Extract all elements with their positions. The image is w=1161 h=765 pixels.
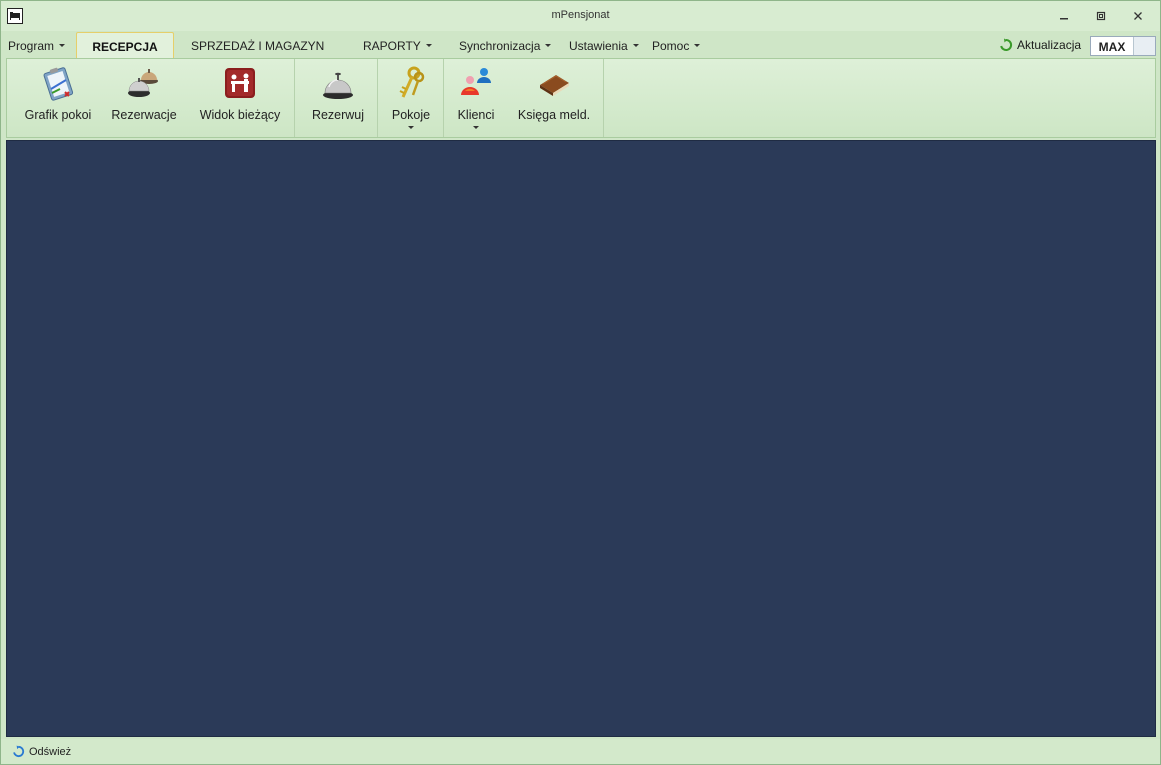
chevron-down-icon xyxy=(59,44,66,48)
aktualizacja-button[interactable]: Aktualizacja xyxy=(999,37,1081,53)
status-bar: Odśwież xyxy=(1,739,1160,764)
tab-label: RAPORTY xyxy=(363,39,421,53)
chevron-down-icon xyxy=(632,44,639,48)
chevron-down-icon xyxy=(545,44,552,48)
tab-recepcja[interactable]: RECEPCJA xyxy=(76,32,174,59)
tab-label: RECEPCJA xyxy=(92,40,158,54)
chevron-down-icon xyxy=(694,44,701,48)
button-label: Księga meld. xyxy=(517,108,591,122)
max-toggle[interactable]: MAX xyxy=(1090,36,1156,56)
aktualizacja-label: Aktualizacja xyxy=(1017,38,1082,52)
close-button[interactable] xyxy=(1125,7,1151,25)
grafik-pokoi-button[interactable]: Grafik pokoi xyxy=(17,59,99,137)
button-label: Grafik pokoi xyxy=(24,108,92,122)
button-label: Pokoje xyxy=(391,108,431,122)
window-title: mPensjonat xyxy=(551,9,610,21)
menu-label: Ustawienia xyxy=(569,39,628,53)
odswiez-label: Odśwież xyxy=(29,745,72,758)
button-label: Rezerwuj xyxy=(311,108,365,122)
chevron-down-icon xyxy=(473,126,479,129)
rezerwuj-button[interactable]: Rezerwuj xyxy=(303,59,373,137)
odswiez-button[interactable]: Odśwież xyxy=(12,745,71,758)
close-icon xyxy=(1134,12,1142,20)
menu-pomoc[interactable]: Pomoc xyxy=(652,39,701,53)
title-bar: mPensjonat xyxy=(1,1,1160,31)
tab-sprzedaz-i-magazyn[interactable]: SPRZEDAŻ I MAGAZYN xyxy=(191,39,324,53)
menu-program-label: Program xyxy=(8,39,55,53)
book-icon xyxy=(540,75,569,96)
service-bell-icon xyxy=(323,72,353,99)
tab-raporty[interactable]: RAPORTY xyxy=(363,39,432,53)
ribbon-separator xyxy=(443,59,444,137)
max-label: MAX xyxy=(1098,40,1126,54)
refresh-icon xyxy=(1000,38,1013,51)
button-label: Klienci xyxy=(457,108,495,122)
app-window: mPensjonat Program SPRZEDAŻ I MAGAZYN RA… xyxy=(0,0,1161,765)
menu-synchronizacja[interactable]: Synchronizacja xyxy=(459,39,552,53)
ribbon-separator xyxy=(377,59,378,137)
ksiega-meld-button[interactable]: Księga meld. xyxy=(509,59,599,137)
minimize-icon xyxy=(1060,18,1068,20)
menu-label: Synchronizacja xyxy=(459,39,541,53)
keys-icon xyxy=(399,66,425,98)
toggle-handle[interactable] xyxy=(1133,37,1155,55)
maximize-button[interactable] xyxy=(1088,7,1114,25)
rezerwacje-button[interactable]: Rezerwacje xyxy=(104,59,184,137)
minimize-button[interactable] xyxy=(1051,7,1077,25)
tab-label: SPRZEDAŻ I MAGAZYN xyxy=(191,39,325,53)
pokoje-button[interactable]: Pokoje xyxy=(383,59,439,137)
ribbon-toolbar: Grafik pokoi Rezerwacje Widok bieżący Re… xyxy=(6,58,1156,138)
menu-ustawienia[interactable]: Ustawienia xyxy=(569,39,639,53)
people-icon xyxy=(461,68,491,95)
menu-bar: Program SPRZEDAŻ I MAGAZYN RAPORTY Synch… xyxy=(1,31,1160,58)
restore-icon xyxy=(1096,11,1106,21)
menu-program[interactable]: Program xyxy=(8,39,66,53)
chevron-down-icon xyxy=(425,44,432,48)
menu-label: Pomoc xyxy=(652,39,690,53)
chevron-down-icon xyxy=(408,126,414,129)
refresh-icon xyxy=(13,745,25,758)
button-label: Rezerwacje xyxy=(111,108,177,122)
button-label: Widok bieżący xyxy=(199,108,281,122)
widok-biezacy-button[interactable]: Widok bieżący xyxy=(190,59,290,137)
ribbon-separator xyxy=(603,59,604,137)
main-content-area xyxy=(6,140,1156,737)
klienci-button[interactable]: Klienci xyxy=(448,59,504,137)
service-bells-icon xyxy=(128,69,158,97)
reception-desk-icon xyxy=(225,68,255,98)
clipboard-schedule-icon xyxy=(43,67,74,101)
ribbon-separator xyxy=(294,59,295,137)
